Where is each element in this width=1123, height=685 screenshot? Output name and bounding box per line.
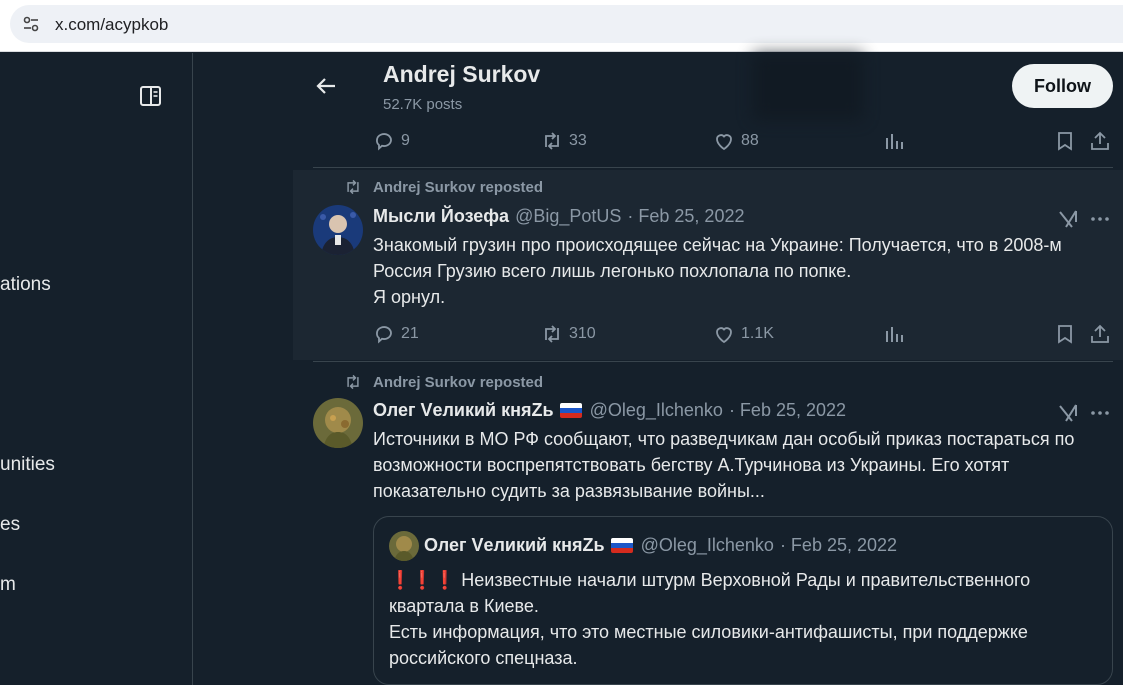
nav-item-premium[interactable]: es [0, 514, 20, 536]
author-name[interactable]: Мысли Йозефа [373, 206, 509, 227]
quote-author-name[interactable]: Олег Vеликий княZь [424, 535, 605, 556]
tweet-actions: 21 310 1.1K [373, 319, 1113, 349]
reply-button[interactable]: 9 [373, 126, 410, 156]
tweet-header: Мысли Йозефа @Big_PotUS · Feb 25, 2022 [373, 206, 744, 227]
tweet-actions: 9 33 88 [373, 126, 1113, 156]
profile-name: Andrej Surkov [383, 61, 541, 87]
like-count: 88 [741, 132, 759, 149]
author-handle[interactable]: @Big_PotUS [515, 206, 621, 227]
repost-button[interactable]: 33 [541, 126, 587, 156]
avatar[interactable] [389, 531, 419, 561]
bookmark-icon[interactable] [1054, 323, 1076, 345]
tweet-date[interactable]: · Feb 25, 2022 [729, 400, 846, 421]
browser-bar: x.com/acypkob [0, 0, 1123, 52]
exclamation-icons: ❗❗❗ [389, 570, 457, 590]
author-handle[interactable]: @Oleg_Ilchenko [590, 400, 723, 421]
address-bar[interactable]: x.com/acypkob [10, 5, 1123, 43]
like-button[interactable]: 88 [713, 126, 759, 156]
russia-flag-icon [610, 538, 633, 553]
quoted-tweet[interactable]: Олег Vеликий княZь @Oleg_Ilchenko · Feb … [373, 516, 1113, 685]
repost-indicator: Andrej Surkov reposted [343, 373, 543, 391]
header-banner-blur [753, 53, 863, 120]
author-name[interactable]: Олег Vеликий княZь [373, 400, 554, 421]
repost-by-text: Andrej Surkov reposted [373, 178, 544, 196]
reply-count: 21 [401, 325, 419, 342]
share-icon[interactable] [1089, 130, 1111, 152]
tweet-text: Источники в МО РФ сообщают, что разведчи… [373, 429, 1075, 501]
tweet-date[interactable]: · Feb 25, 2022 [627, 206, 744, 227]
tweet-header: Олег Vеликий княZь @Oleg_Ilchenko · Feb … [373, 400, 846, 421]
share-icon[interactable] [1089, 323, 1111, 345]
quote-header: Олег Vеликий княZь @Oleg_Ilchenko · Feb … [424, 535, 897, 556]
heart-icon [716, 327, 732, 344]
divider [313, 167, 1113, 168]
quote-date[interactable]: · Feb 25, 2022 [780, 535, 897, 556]
quote-text-rest: квартала в Киеве. Есть информация, что э… [389, 596, 1028, 668]
avatar[interactable] [313, 205, 363, 255]
profile-post-count: 52.7K posts [383, 96, 463, 113]
russia-flag-icon [559, 403, 582, 418]
reply-icon [376, 326, 392, 344]
repost-icon [347, 179, 359, 195]
follow-button[interactable]: Follow [1012, 64, 1113, 108]
more-options-icon[interactable] [1089, 402, 1111, 424]
divider [313, 361, 1113, 362]
views-icon[interactable] [883, 323, 905, 345]
quote-text: ❗❗❗ Неизвестные начали штурм Верховной Р… [389, 567, 1099, 671]
repost-by-text: Andrej Surkov reposted [373, 373, 544, 391]
repost-count: 33 [569, 132, 587, 149]
repost-icon [347, 374, 359, 390]
reply-icon [376, 133, 392, 151]
reply-button[interactable]: 21 [373, 319, 419, 349]
quote-text-line1: Неизвестные начали штурм Верховной Рады … [456, 570, 1031, 590]
tweet-text: Знакомый грузин про происходящее сейчас … [373, 235, 1062, 307]
repost-button[interactable]: 310 [541, 319, 596, 349]
repost-count: 310 [569, 325, 596, 342]
timeline: Andrej Surkov 52.7K posts Follow 9 33 88… [193, 53, 1123, 685]
bookmark-icon[interactable] [1054, 130, 1076, 152]
nav-item-communities[interactable]: unities [0, 454, 55, 476]
sidebar-toggle-icon[interactable] [140, 86, 161, 106]
url-text[interactable]: x.com/acypkob [55, 15, 168, 35]
left-sidebar: ations unities es m [0, 53, 193, 685]
nav-item-notifications[interactable]: ations [0, 274, 51, 296]
like-button[interactable]: 1.1K [713, 319, 774, 349]
site-settings-icon[interactable] [22, 15, 40, 33]
repost-icon [545, 325, 559, 343]
grok-icon[interactable] [1057, 402, 1079, 424]
heart-icon [716, 134, 732, 151]
more-options-icon[interactable] [1089, 208, 1111, 230]
avatar[interactable] [313, 398, 363, 448]
profile-header: Andrej Surkov 52.7K posts Follow [193, 53, 1123, 120]
nav-item-profile[interactable]: m [0, 574, 16, 596]
reply-count: 9 [401, 132, 410, 149]
like-count: 1.1K [741, 325, 774, 342]
quote-author-handle[interactable]: @Oleg_Ilchenko [641, 535, 774, 556]
repost-icon [545, 132, 559, 150]
views-icon[interactable] [883, 130, 905, 152]
back-arrow-icon[interactable] [315, 75, 337, 97]
grok-icon[interactable] [1057, 208, 1079, 230]
repost-indicator: Andrej Surkov reposted [343, 178, 543, 196]
